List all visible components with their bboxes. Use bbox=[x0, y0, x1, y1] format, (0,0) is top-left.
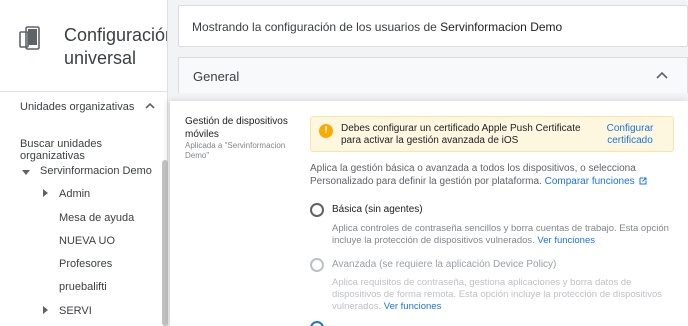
option-advanced-title[interactable]: Avanzada (se requiere la aplicación Devi… bbox=[332, 259, 556, 270]
tree-item-admin[interactable]: Admin bbox=[59, 188, 90, 200]
search-org-units-input[interactable]: Buscar unidades organizativas bbox=[20, 138, 167, 162]
setting-panel: Gestión de dispositivos móviles Aplicada… bbox=[170, 101, 688, 326]
tree-item-pruebalifti[interactable]: pruebalifti bbox=[59, 281, 107, 293]
tree-item-nueva-uo[interactable]: NUEVA UO bbox=[59, 235, 115, 247]
option-basic-description: Aplica controles de contraseña sencillos… bbox=[332, 223, 669, 246]
chevron-up-icon[interactable] bbox=[143, 99, 157, 113]
chevron-up-icon[interactable] bbox=[655, 69, 669, 83]
setting-applied-to: Aplicada a "Servinformacion Demo" bbox=[185, 141, 286, 160]
sidebar: Configuración universal Unidades organiz… bbox=[0, 0, 168, 326]
page-title: Configuración universal bbox=[64, 25, 168, 68]
tree-item-servi[interactable]: SERVI bbox=[59, 305, 92, 317]
devices-icon bbox=[19, 26, 40, 50]
radio-custom[interactable] bbox=[310, 321, 324, 326]
scope-text: Mostrando la configuración de los usuari… bbox=[192, 20, 563, 34]
expand-right-icon[interactable] bbox=[43, 189, 48, 197]
setting-description: Aplica la gestión básica o avanzada a to… bbox=[310, 162, 680, 188]
tree-item-servinformacion-demo[interactable]: Servinformacion Demo bbox=[40, 165, 152, 177]
sidebar-header: Configuración universal bbox=[0, 0, 167, 92]
radio-advanced[interactable] bbox=[310, 258, 324, 272]
view-features-link[interactable]: Ver funciones bbox=[537, 235, 595, 246]
scope-org-name: Servinformacion Demo bbox=[440, 20, 563, 34]
sidebar-scrollbar[interactable] bbox=[162, 160, 168, 326]
tree-item-mesa-de-ayuda[interactable]: Mesa de ayuda bbox=[59, 212, 134, 224]
org-units-header[interactable]: Unidades organizativas bbox=[20, 101, 134, 113]
section-title: General bbox=[193, 69, 240, 84]
external-link-icon bbox=[639, 177, 647, 185]
warning-icon: ! bbox=[319, 124, 333, 138]
certificate-alert: ! Debes configurar un certificado Apple … bbox=[310, 116, 674, 152]
expand-down-icon[interactable] bbox=[22, 170, 30, 175]
compare-features-link[interactable]: Comparar funciones bbox=[545, 176, 635, 187]
radio-basic[interactable] bbox=[310, 203, 324, 217]
section-header-general[interactable]: General bbox=[178, 57, 688, 93]
setting-name: Gestión de dispositivos móviles bbox=[185, 116, 288, 140]
tree-item-profesores[interactable]: Profesores bbox=[59, 258, 112, 270]
alert-text: Debes configurar un certificado Apple Pu… bbox=[341, 123, 581, 146]
scope-card: Mostrando la configuración de los usuari… bbox=[178, 5, 688, 47]
expand-right-icon[interactable] bbox=[43, 306, 48, 314]
option-basic-title[interactable]: Básica (sin agentes) bbox=[332, 204, 423, 215]
configure-certificate-link[interactable]: Configurar certificado bbox=[597, 123, 663, 147]
view-features-link[interactable]: Ver funciones bbox=[384, 301, 442, 312]
option-advanced-description: Aplica requisitos de contraseña, gestion… bbox=[332, 277, 663, 312]
